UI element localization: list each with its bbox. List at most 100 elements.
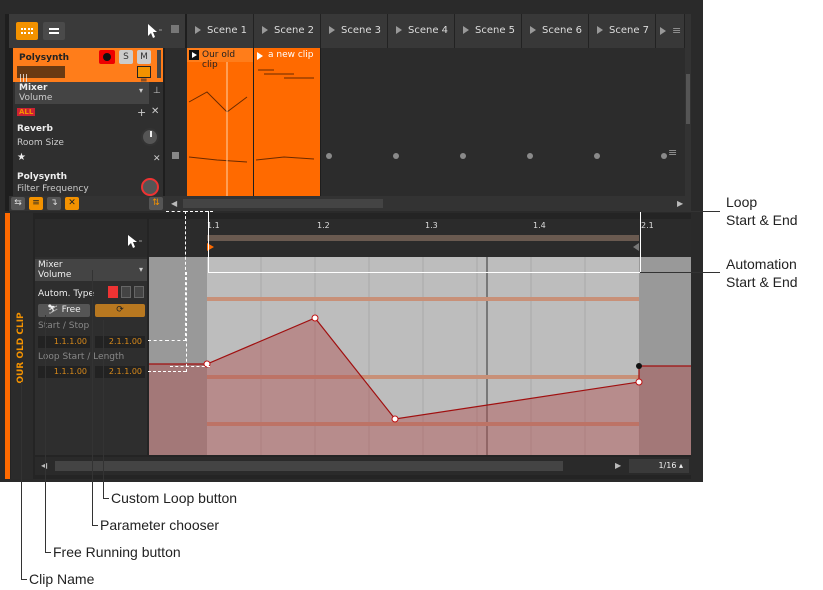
scroll-right-icon[interactable]: ▶ (615, 461, 621, 470)
clip-waveform (255, 69, 315, 161)
clip-slot[interactable] (589, 48, 657, 196)
callout-free-running: Free Running button (53, 544, 181, 560)
ruler-label: 1.3 (425, 221, 438, 230)
clip-name-strip[interactable]: OUR OLD CLIP (11, 213, 33, 479)
scene-header-5[interactable]: Scene 5 (455, 14, 522, 48)
callout-dashed (148, 340, 168, 342)
autom-type-discrete[interactable] (108, 286, 118, 298)
star-icon[interactable]: ★ (17, 152, 26, 163)
scene-header-more[interactable]: ≡ (656, 14, 685, 48)
callout-line (640, 211, 720, 212)
parameter-selector[interactable]: Mixer Volume ▾ (15, 82, 149, 104)
close-icon[interactable]: ✕ (153, 154, 161, 164)
clip-a-new-clip[interactable]: a new clip (254, 48, 320, 196)
callout-line (208, 211, 209, 273)
clip-slot[interactable]: ≡ (656, 48, 686, 196)
device-param: Room Size (17, 138, 64, 148)
cross-icon[interactable]: ✕ (65, 197, 79, 210)
grid-view-button[interactable] (16, 22, 38, 40)
autom-type-multiply[interactable] (134, 286, 144, 298)
record-arm-button[interactable] (99, 50, 115, 64)
loop-end-marker[interactable] (633, 243, 639, 251)
io-icon[interactable]: ≡ (29, 197, 43, 210)
autom-type-add[interactable] (121, 286, 131, 298)
grid-value: 1/16 (658, 461, 677, 470)
clip-label: a new clip (268, 50, 314, 60)
add-icon[interactable]: + (137, 106, 146, 119)
scene-header-1[interactable]: Scene 1 (187, 14, 254, 48)
callout-automation-sub: Start & End (726, 274, 798, 290)
list-view-button[interactable] (43, 22, 65, 40)
clip-waveform (188, 62, 248, 196)
clip-our-old-clip[interactable]: Our old clip (187, 48, 253, 196)
all-badge[interactable]: ALL (17, 108, 36, 116)
scene-header-3[interactable]: Scene 3 (321, 14, 388, 48)
vertical-scrollbar[interactable] (685, 14, 691, 196)
param-title: Mixer (38, 260, 63, 270)
timeline-ruler[interactable]: 1.1 1.2 1.3 1.4 2.1 (149, 219, 691, 257)
scene-label: Scene 6 (542, 25, 583, 36)
play-icon (660, 27, 666, 35)
play-icon (329, 26, 335, 34)
callout-dashed (186, 272, 188, 372)
automation-icon[interactable]: ⇅ (149, 197, 163, 210)
device-name: Polysynth (17, 172, 68, 182)
clip-color-strip (5, 213, 10, 479)
track-name: Polysynth (19, 53, 70, 63)
scroll-left-icon[interactable]: ◀ (171, 199, 177, 208)
callout-line (45, 552, 51, 553)
horizontal-scrollbar[interactable] (55, 461, 563, 471)
stop-all-icon[interactable] (171, 25, 179, 33)
panel-param: Volume (19, 93, 53, 103)
pointer-icon[interactable] (125, 233, 145, 249)
scene-header-6[interactable]: Scene 6 (522, 14, 589, 48)
track-header[interactable]: Polysynth S M ||| ≡ (13, 48, 163, 85)
scene-header-4[interactable]: Scene 4 (388, 14, 455, 48)
clip-play-icon (257, 52, 263, 60)
knob[interactable] (141, 128, 159, 146)
track-input-selector[interactable]: ||| (17, 66, 65, 84)
return-icon[interactable]: ↴ (47, 197, 61, 210)
scene-header-2[interactable]: Scene 2 (254, 14, 321, 48)
custom-loop-button[interactable]: ⟳ (95, 304, 145, 317)
scene-label: Scene 3 (341, 25, 382, 36)
mute-button[interactable]: M (137, 50, 151, 64)
clip-slot[interactable] (388, 48, 456, 196)
knob[interactable] (141, 178, 159, 196)
callout-line (640, 272, 720, 273)
automation-lane[interactable] (149, 257, 691, 455)
horizontal-scrollbar[interactable] (183, 199, 383, 208)
stop-icon[interactable] (172, 152, 179, 159)
clip-name[interactable]: OUR OLD CLIP (16, 308, 26, 388)
callout-dashed (166, 211, 186, 341)
callout-line (45, 315, 46, 553)
callout-line (21, 579, 27, 580)
solo-button[interactable]: S (119, 50, 133, 64)
pointer-tool-button[interactable] (139, 20, 165, 42)
param-name: Volume (38, 270, 72, 280)
automation-envelope (149, 257, 691, 455)
grid-resolution-selector[interactable]: 1/16 ▴ (629, 459, 689, 473)
close-icon[interactable]: ✕ (151, 106, 159, 117)
slot-stop-icon (460, 153, 466, 159)
loop-icon: ⟳ (116, 305, 124, 315)
clip-slot[interactable] (455, 48, 523, 196)
scene-label: Scene 2 (274, 25, 315, 36)
menu-icon: ≡ (668, 146, 678, 159)
clip-slot[interactable] (321, 48, 389, 196)
loop-bar[interactable] (207, 235, 639, 241)
scene-header-7[interactable]: Scene 7 (589, 14, 656, 48)
parameter-chooser[interactable]: Mixer Volume ▾ (35, 259, 147, 281)
panel-title: Mixer (19, 83, 48, 93)
shuffle-icon[interactable]: ⇆ (11, 197, 25, 210)
pin-icon[interactable]: ⊥ (153, 86, 161, 96)
track-menu-button[interactable]: ≡ (137, 66, 151, 85)
scroll-right-icon[interactable]: ▶ (677, 199, 683, 208)
slot-stop-icon (326, 153, 332, 159)
clip-play-icon (189, 50, 199, 60)
callout-custom-loop: Custom Loop button (111, 490, 238, 506)
clip-slot[interactable] (522, 48, 590, 196)
editor-footer: ◀ ▶ 1/16 ▴ (35, 457, 691, 475)
free-label: Free (61, 305, 81, 315)
ruler-label: 1.4 (533, 221, 546, 230)
